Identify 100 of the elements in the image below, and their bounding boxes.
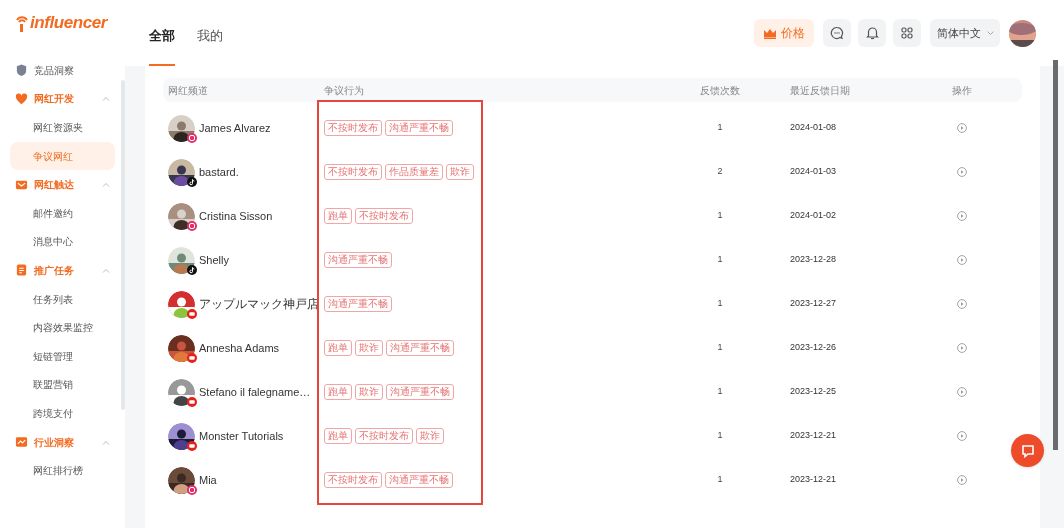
sidebar-group[interactable]: 竞品洞察 (10, 56, 115, 85)
chart-icon (15, 435, 28, 449)
notification-button[interactable] (858, 19, 886, 47)
message-button[interactable] (823, 19, 851, 47)
table-cell-text: 2023-12-21 (789, 429, 838, 443)
column-header: 反馈次数 (699, 83, 741, 98)
play-circle-icon[interactable] (957, 255, 967, 265)
sidebar-item[interactable]: 网红排行榜 (10, 456, 115, 485)
sidebar-item[interactable]: 联盟营销 (10, 370, 115, 400)
youtube-badge-icon (187, 352, 197, 363)
play-circle-icon[interactable] (957, 431, 967, 441)
sidebar-item[interactable]: 内容效果监控 (10, 313, 115, 342)
shield-icon (15, 63, 28, 78)
play-circle-icon[interactable] (957, 387, 967, 397)
behavior-tag: 跑单 (324, 340, 352, 356)
crown-icon (763, 27, 777, 39)
table-cell-text: 1 (716, 341, 724, 355)
instagram-badge-icon (187, 484, 197, 495)
chevron-up-icon (102, 182, 110, 188)
table-cell-text: 2023-12-21 (789, 473, 838, 487)
play-circle-icon[interactable] (957, 123, 967, 133)
youtube-badge-icon (187, 396, 197, 407)
behavior-tag: 不按时发布 (355, 428, 413, 444)
table-cell-text: 2023-12-26 (789, 341, 838, 355)
behavior-tag: 跑单 (324, 384, 352, 400)
influencer-name[interactable]: Annesha Adams (199, 339, 280, 357)
behavior-tag: 跑单 (324, 208, 352, 224)
bell-icon (865, 26, 879, 40)
tiktok-badge-icon (187, 264, 197, 275)
chevron-up-icon (102, 267, 110, 273)
table-cell-text: 2023-12-25 (789, 385, 838, 399)
behavior-tag: 不按时发布 (324, 472, 382, 488)
influencer-name[interactable]: James Alvarez (199, 119, 271, 137)
instagram-badge-icon (187, 220, 197, 231)
influencer-name[interactable]: Mia (199, 471, 217, 489)
behavior-tag: 沟通严重不畅 (386, 340, 454, 356)
table-cell-text: 1 (716, 473, 724, 487)
table-cell-text: 2024-01-03 (789, 165, 838, 179)
table-cell-text: 1 (716, 253, 724, 267)
behavior-tag: 不按时发布 (324, 120, 382, 136)
behavior-tag: 不按时发布 (324, 164, 382, 180)
chat-icon (830, 26, 844, 40)
behavior-tag: 欺诈 (355, 384, 383, 400)
behavior-tag: 作品质量差 (385, 164, 443, 180)
play-circle-icon[interactable] (957, 211, 967, 221)
play-circle-icon[interactable] (957, 299, 967, 309)
sidebar-item[interactable]: 消息中心 (10, 227, 115, 257)
table-cell-text: 1 (716, 297, 724, 311)
sidebar-item[interactable]: 网红资源夹 (10, 113, 115, 142)
play-circle-icon[interactable] (957, 167, 967, 177)
column-header: 网红频道 (167, 83, 209, 98)
user-avatar[interactable] (1009, 19, 1036, 47)
behavior-tag: 沟通严重不畅 (324, 252, 392, 268)
influencer-name[interactable]: Stefano il falegname… (199, 383, 311, 401)
chevron-down-icon (986, 31, 994, 35)
table-cell-text: 2024-01-08 (789, 121, 838, 135)
influencer-name[interactable]: アップルマック神戸店 (199, 295, 319, 313)
influencer-name[interactable]: Monster Tutorials (199, 427, 284, 445)
logo-icon (15, 14, 29, 32)
table-cell-text: 2023-12-27 (789, 297, 838, 311)
grid-icon (901, 27, 913, 39)
youtube-badge-icon (187, 308, 197, 319)
play-circle-icon[interactable] (957, 475, 967, 485)
influencer-name[interactable]: bastard. (199, 163, 239, 181)
sidebar-item[interactable]: 短链管理 (10, 341, 115, 371)
instagram-badge-icon (187, 132, 197, 143)
table-cell-text: 1 (716, 385, 724, 399)
youtube-badge-icon (187, 440, 197, 451)
chevron-up-icon (102, 439, 110, 445)
influencer-name[interactable]: Cristina Sisson (199, 207, 273, 225)
sidebar-item[interactable]: 任务列表 (10, 284, 115, 314)
sidebar-item[interactable]: 邮件邀约 (10, 198, 115, 228)
column-header: 争议行为 (323, 83, 365, 98)
logo-text: influencer (30, 12, 107, 35)
behavior-tag: 沟通严重不畅 (324, 296, 392, 312)
column-header: 最近反馈日期 (789, 83, 851, 98)
play-circle-icon[interactable] (957, 343, 967, 353)
scrollbar[interactable] (1053, 60, 1058, 450)
column-header: 操作 (951, 83, 973, 98)
table-cell-text: 1 (716, 209, 724, 223)
table-cell-text: 1 (716, 429, 724, 443)
document-icon (15, 263, 28, 278)
tab[interactable]: 我的 (197, 20, 223, 66)
behavior-tag: 欺诈 (416, 428, 444, 444)
chat-icon (1019, 442, 1036, 459)
behavior-tag: 欺诈 (446, 164, 474, 180)
chevron-up-icon (102, 96, 110, 102)
behavior-tag: 沟通严重不畅 (386, 384, 454, 400)
behavior-tag: 沟通严重不畅 (385, 120, 453, 136)
table-cell-text: 2024-01-02 (789, 209, 838, 223)
table-cell-text: 1 (716, 121, 724, 135)
influencer-name[interactable]: Shelly (199, 251, 229, 269)
behavior-tag: 沟通严重不畅 (385, 472, 453, 488)
behavior-tag: 欺诈 (355, 340, 383, 356)
table-cell-text: 2 (716, 165, 724, 179)
heart-icon (15, 91, 28, 106)
sidebar-item[interactable]: 跨境支付 (10, 399, 115, 428)
table-cell-text: 2023-12-28 (789, 253, 838, 267)
language-select[interactable]: 简体中文 (930, 19, 1000, 47)
apps-button[interactable] (893, 19, 921, 47)
